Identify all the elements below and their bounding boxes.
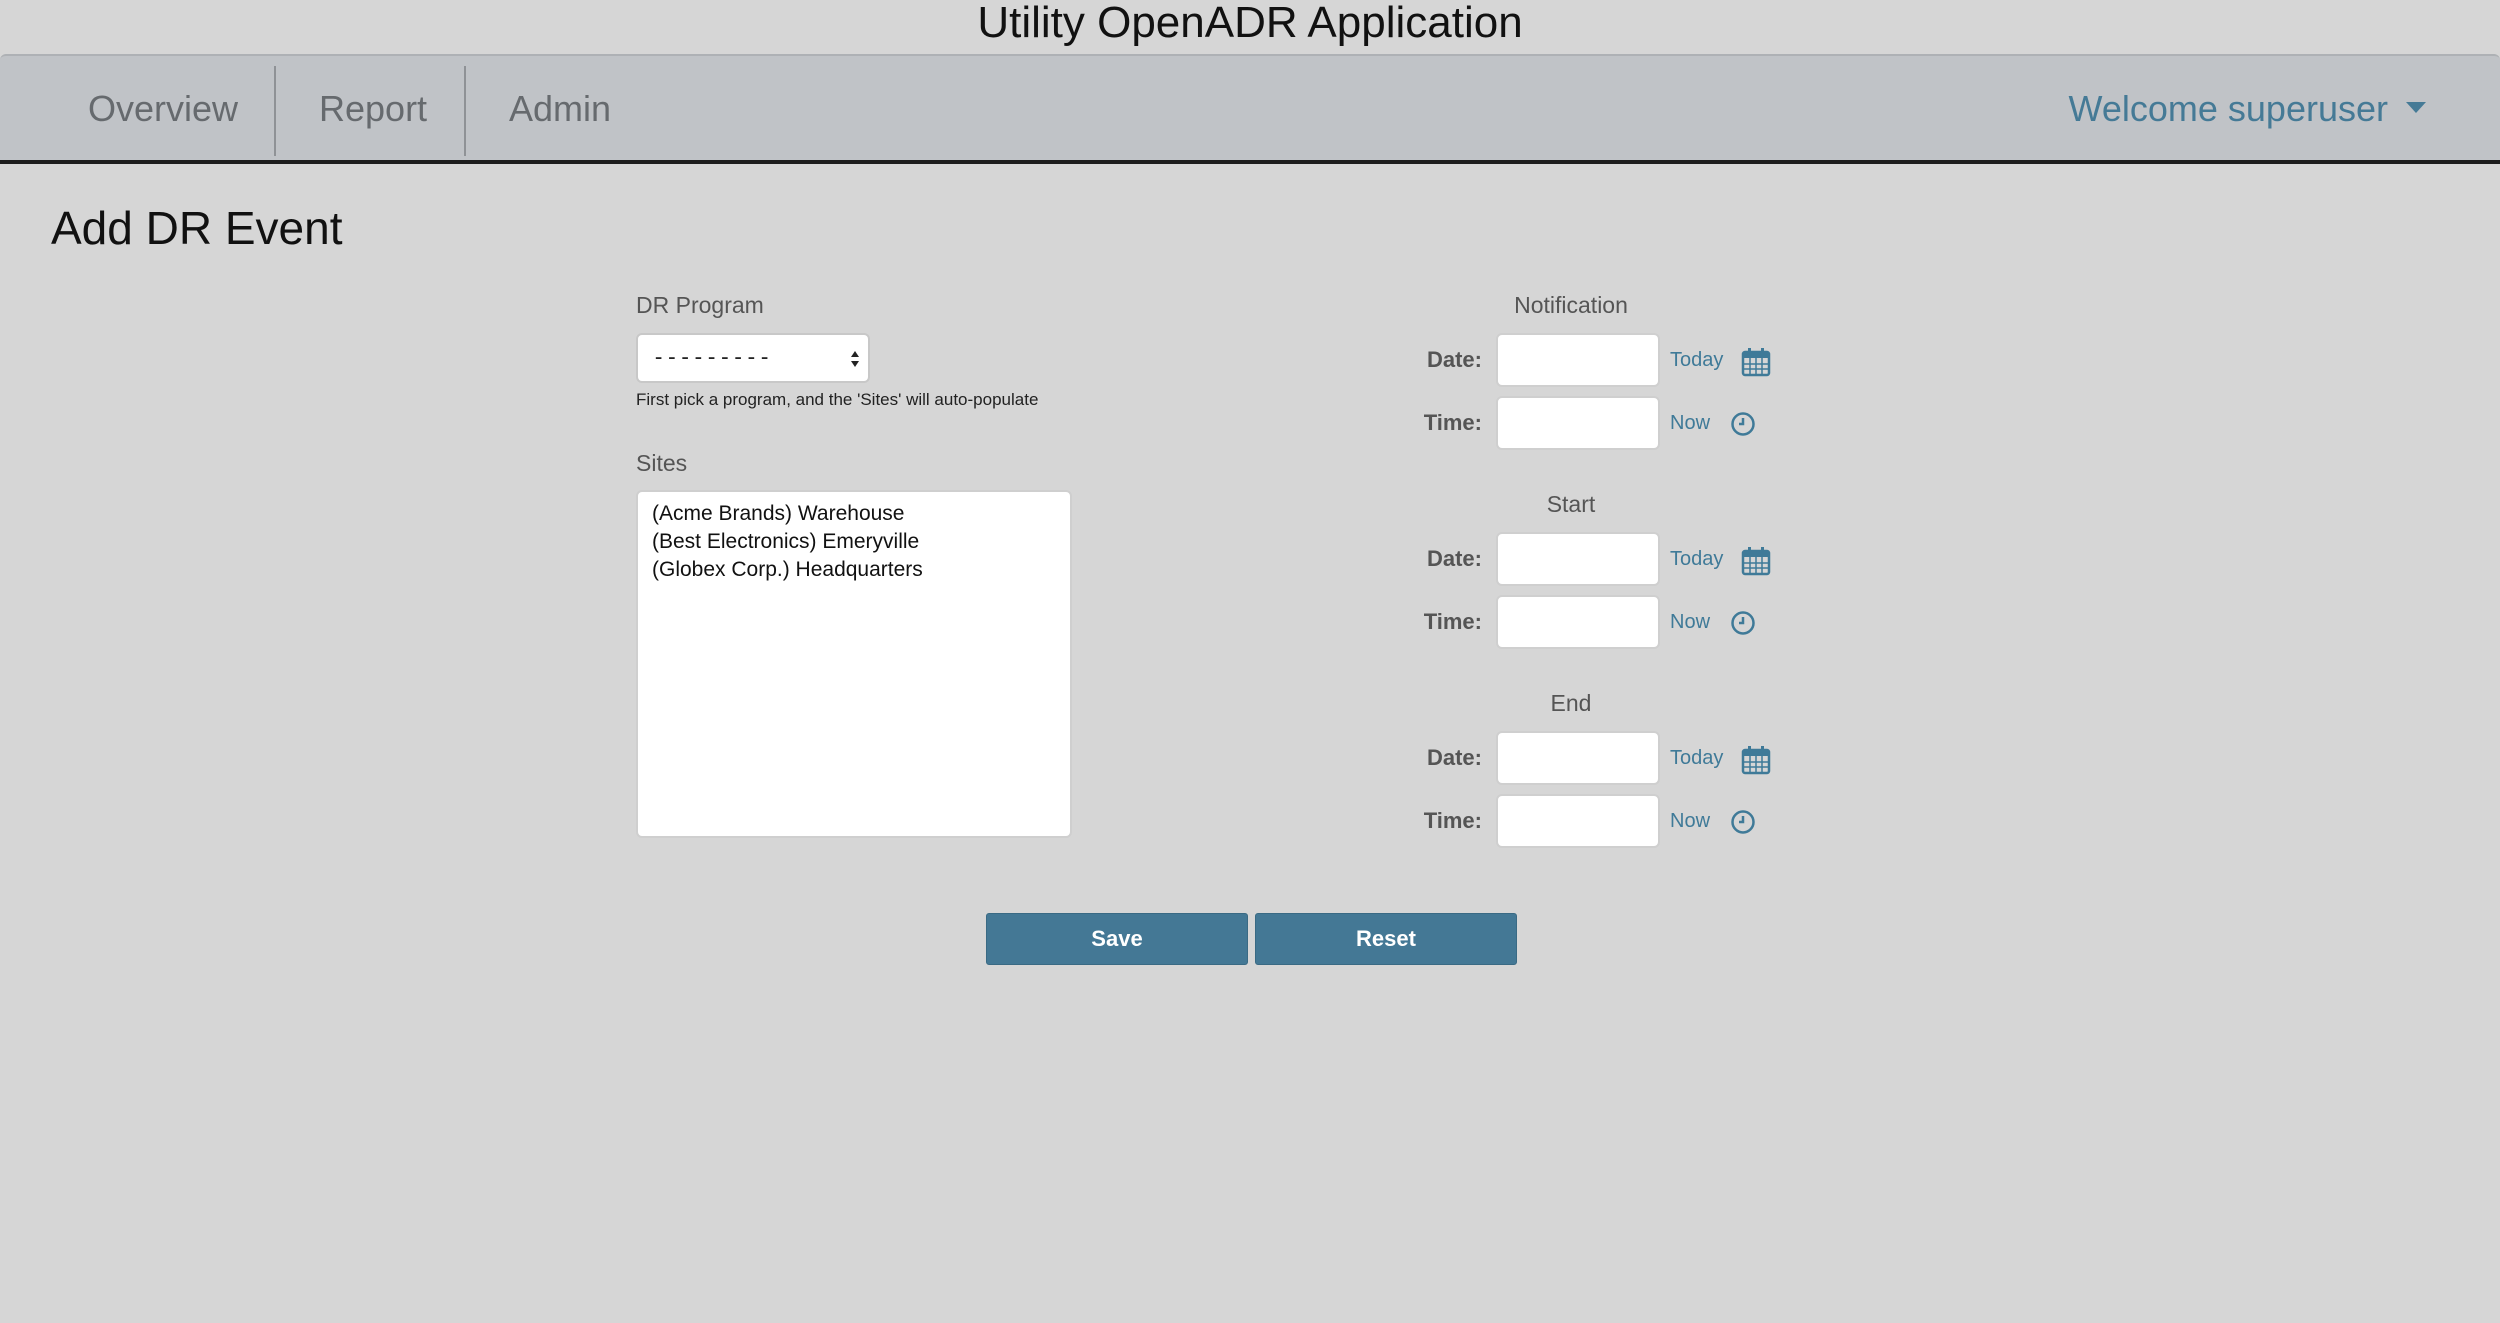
user-menu-label: Welcome superuser: [2068, 88, 2388, 129]
start-time-label: Time:: [1423, 609, 1482, 634]
calendar-icon[interactable]: [1741, 745, 1771, 775]
notification-time-label: Time:: [1423, 410, 1482, 435]
dr-program-help: First pick a program, and the 'Sites' wi…: [636, 390, 1039, 409]
nav-report[interactable]: Report: [319, 56, 427, 162]
start-time-field[interactable]: [1496, 595, 1660, 649]
end-today-link[interactable]: Today: [1670, 747, 1723, 770]
nav-divider: [274, 66, 276, 156]
end-time-label: Time:: [1423, 808, 1482, 833]
clock-icon[interactable]: [1730, 411, 1756, 437]
sites-label: Sites: [636, 450, 688, 476]
end-now-link[interactable]: Now: [1670, 810, 1710, 833]
dr-program-select[interactable]: ---------: [636, 333, 870, 383]
dr-program-value: ---------: [652, 345, 772, 370]
nav-divider: [464, 66, 466, 156]
site-option[interactable]: (Acme Brands) Warehouse: [652, 500, 1056, 528]
save-button[interactable]: Save: [986, 913, 1248, 965]
sites-multiselect[interactable]: (Acme Brands) Warehouse (Best Electronic…: [636, 490, 1072, 838]
dr-program-label: DR Program: [636, 292, 764, 318]
reset-button[interactable]: Reset: [1255, 913, 1517, 965]
calendar-icon[interactable]: [1741, 546, 1771, 576]
start-section-title: Start: [1546, 491, 1596, 517]
clock-icon[interactable]: [1730, 809, 1756, 835]
notification-date-label: Date:: [1426, 347, 1482, 372]
start-date-field[interactable]: [1496, 532, 1660, 586]
notification-date-field[interactable]: [1496, 333, 1660, 387]
page-title: Add DR Event: [51, 202, 343, 254]
nav-overview[interactable]: Overview: [88, 56, 238, 162]
caret-down-icon: [2406, 101, 2426, 113]
notification-section-title: Notification: [1514, 292, 1628, 318]
start-date-label: Date:: [1426, 546, 1482, 571]
select-arrows-icon: [851, 351, 859, 367]
site-option[interactable]: (Best Electronics) Emeryville: [652, 528, 1056, 556]
user-menu-dropdown[interactable]: Welcome superuser: [2069, 56, 2426, 162]
notification-today-link[interactable]: Today: [1670, 349, 1723, 372]
end-date-label: Date:: [1426, 745, 1482, 770]
site-option[interactable]: (Globex Corp.) Headquarters: [652, 556, 1056, 584]
nav-admin[interactable]: Admin: [509, 56, 611, 162]
app-title: Utility OpenADR Application: [977, 0, 1523, 47]
notification-time-field[interactable]: [1496, 396, 1660, 450]
clock-icon[interactable]: [1730, 610, 1756, 636]
notification-now-link[interactable]: Now: [1670, 412, 1710, 435]
end-time-field[interactable]: [1496, 794, 1660, 848]
main-navbar: Overview Report Admin Welcome superuser: [0, 54, 2500, 164]
start-today-link[interactable]: Today: [1670, 548, 1723, 571]
start-now-link[interactable]: Now: [1670, 611, 1710, 634]
calendar-icon[interactable]: [1741, 347, 1771, 377]
end-section-title: End: [1550, 690, 1592, 716]
end-date-field[interactable]: [1496, 731, 1660, 785]
